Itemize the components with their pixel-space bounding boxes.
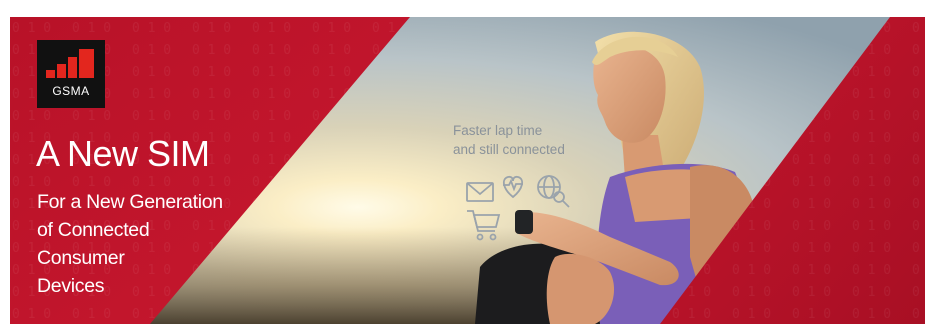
gsma-logo[interactable]: GSMA	[37, 40, 105, 108]
connected-icons	[466, 175, 570, 241]
subheadline-line: of Connected	[37, 219, 150, 241]
promo-banner: 0 1 0	[10, 17, 925, 324]
subheadline-line: Devices	[37, 275, 105, 297]
globe-search-icon	[537, 175, 570, 208]
shopping-cart-icon	[467, 210, 501, 241]
caption-line: and still connected	[453, 142, 565, 157]
subheadline: For a New Generation of Connected Consum…	[37, 188, 223, 300]
logo-text: GSMA	[52, 84, 90, 98]
heart-rate-icon	[502, 175, 524, 199]
mail-icon	[466, 182, 494, 202]
photo-caption: Faster lap time and still connected	[453, 121, 565, 159]
caption-line: Faster lap time	[453, 123, 543, 138]
headline: A New SIM	[36, 133, 210, 174]
subheadline-line: Consumer	[37, 247, 125, 269]
subheadline-line: For a New Generation	[37, 191, 223, 213]
